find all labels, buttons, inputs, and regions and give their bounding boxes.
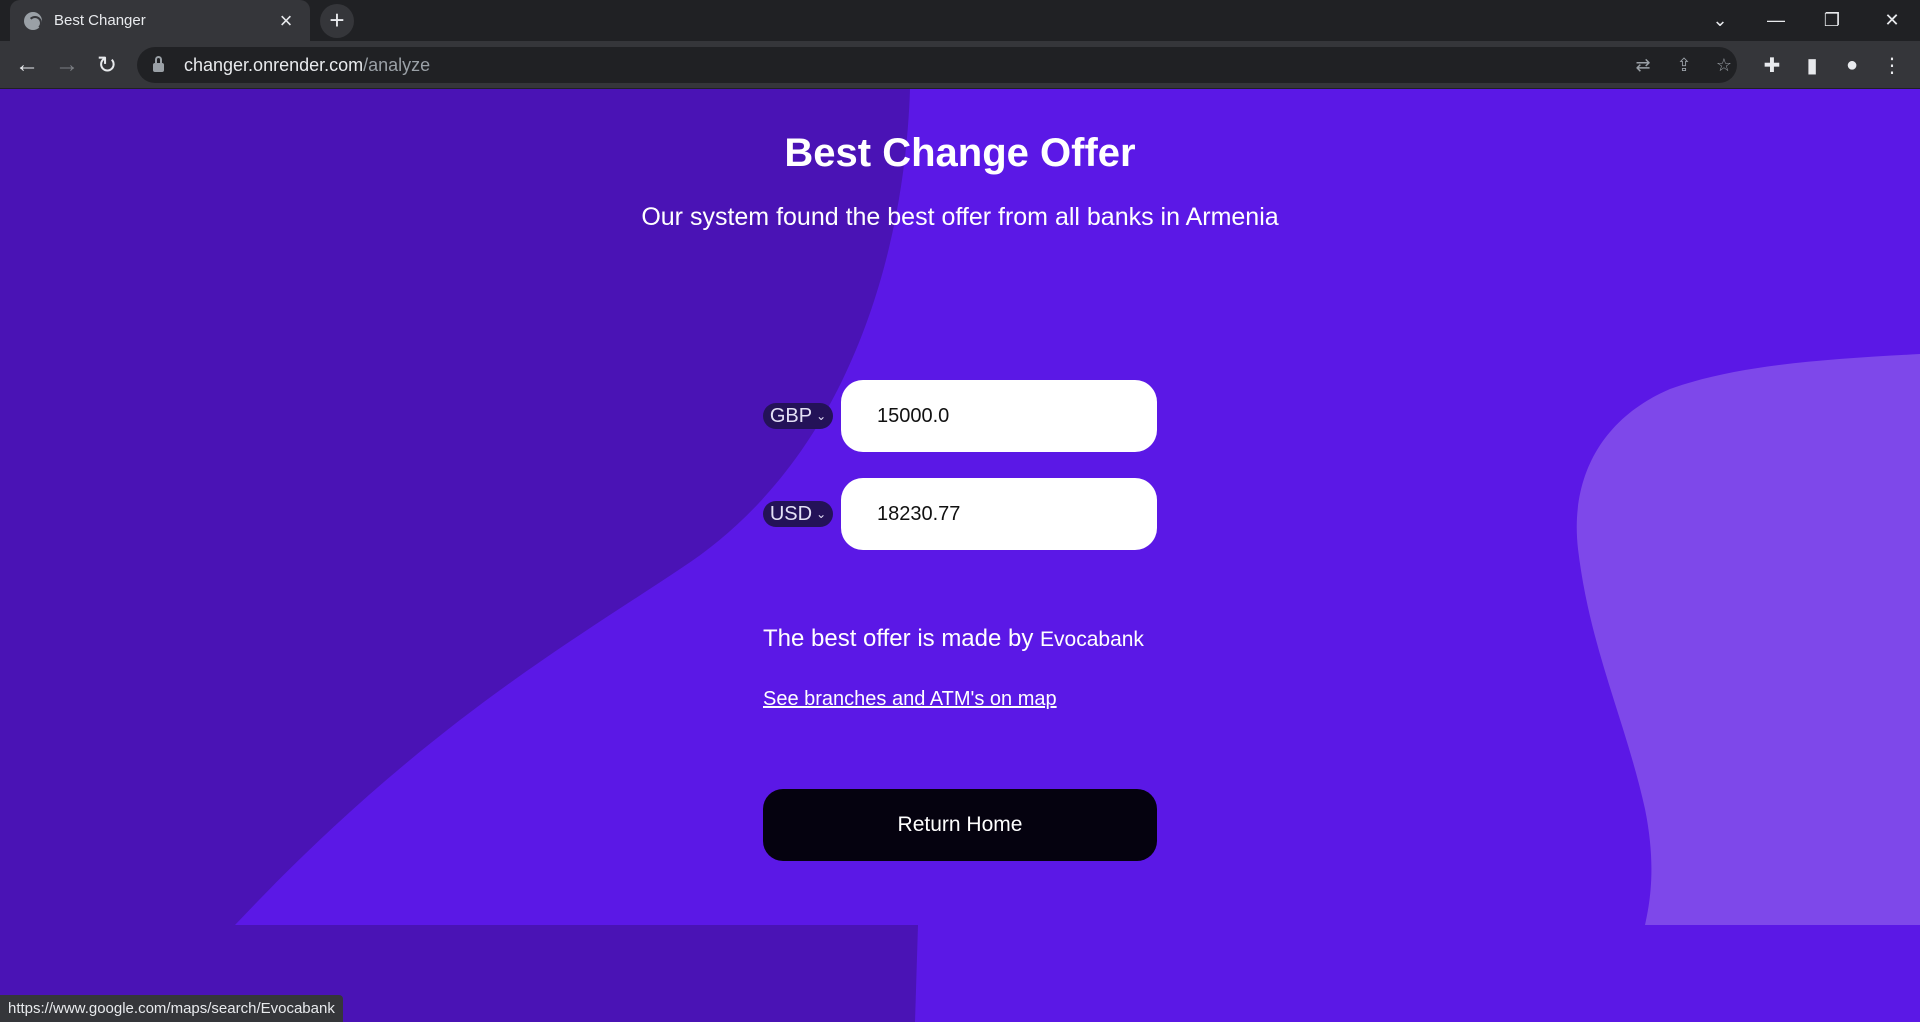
address-bar[interactable]: changer.onrender.com/analyze ⇄ ⇪ ☆ <box>137 47 1737 83</box>
from-currency-select[interactable]: GBP ⌄ <box>763 403 833 429</box>
best-offer-bank: Evocabank <box>1040 628 1144 651</box>
to-currency-label: USD <box>769 502 813 525</box>
url-path: /analyze <box>363 54 431 75</box>
chevron-down-icon: ⌄ <box>816 507 827 521</box>
extensions-icon[interactable]: ✚ <box>1758 51 1786 79</box>
tab-strip: Best Changer × + ⌄ — ❐ ✕ <box>0 0 1920 41</box>
forward-icon[interactable]: → <box>49 47 85 83</box>
page-viewport: Best Change Offer Our system found the b… <box>0 89 1920 1022</box>
page-content: Best Change Offer Our system found the b… <box>0 89 1920 1022</box>
url-host: changer.onrender.com <box>184 54 364 75</box>
lock-icon[interactable] <box>153 56 164 72</box>
url-text[interactable]: changer.onrender.com/analyze <box>184 55 430 76</box>
return-home-button[interactable]: Return Home <box>763 789 1157 861</box>
to-amount-input[interactable]: 18230.77 <box>841 478 1157 550</box>
tab-best-changer[interactable]: Best Changer × <box>10 0 310 41</box>
page-title: Best Change Offer <box>784 131 1136 175</box>
from-currency-label: GBP <box>769 404 813 427</box>
share-icon[interactable]: ⇪ <box>1673 54 1695 76</box>
from-currency-row: GBP ⌄ 15000.0 <box>763 380 1158 452</box>
minimize-icon[interactable]: — <box>1748 0 1804 41</box>
close-tab-icon[interactable]: × <box>276 9 296 32</box>
status-bar-url: https://www.google.com/maps/search/Evoca… <box>0 995 343 1022</box>
browser-menu-icon[interactable]: ⋮ <box>1878 51 1906 79</box>
profile-icon[interactable]: ● <box>1838 51 1866 79</box>
best-offer-text: The best offer is made by Evocabank <box>763 625 1144 653</box>
restore-icon[interactable]: ❐ <box>1804 0 1860 41</box>
best-offer-prefix: The best offer is made by <box>763 625 1041 652</box>
bookmark-star-icon[interactable]: ☆ <box>1713 54 1735 76</box>
page-subtitle: Our system found the best offer from all… <box>641 203 1279 231</box>
globe-icon <box>24 11 42 30</box>
from-amount-input[interactable]: 15000.0 <box>841 380 1157 452</box>
branches-map-link[interactable]: See branches and ATM's on map <box>763 688 1057 711</box>
new-tab-button[interactable]: + <box>320 4 354 38</box>
back-icon[interactable]: ← <box>9 47 45 83</box>
side-panel-icon[interactable]: ▮ <box>1798 51 1826 79</box>
to-currency-select[interactable]: USD ⌄ <box>763 501 833 527</box>
reload-icon[interactable]: ↻ <box>89 47 125 83</box>
tab-search-icon[interactable]: ⌄ <box>1692 0 1748 41</box>
close-window-icon[interactable]: ✕ <box>1864 0 1920 41</box>
chevron-down-icon: ⌄ <box>816 409 827 423</box>
translate-icon[interactable]: ⇄ <box>1632 54 1654 76</box>
tab-title: Best Changer <box>54 12 146 29</box>
to-currency-row: USD ⌄ 18230.77 <box>763 478 1158 550</box>
browser-toolbar: ← → ↻ changer.onrender.com/analyze ⇄ ⇪ ☆… <box>0 41 1920 89</box>
